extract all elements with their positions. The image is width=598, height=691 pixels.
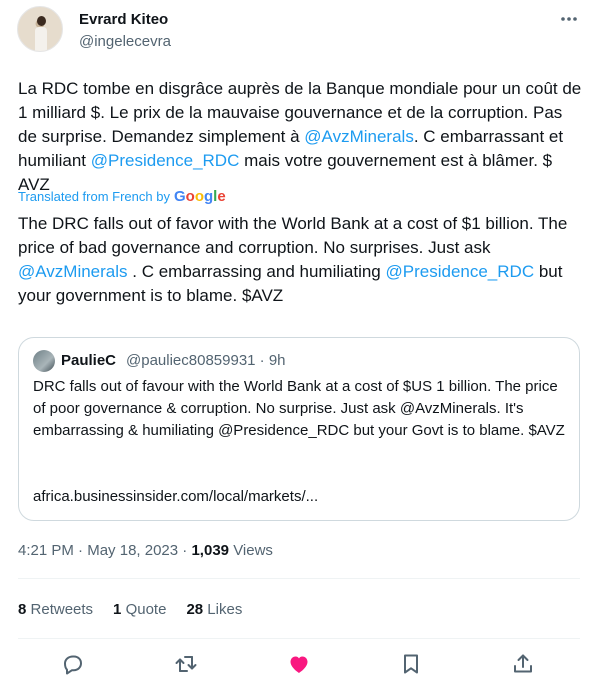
quoted-tweet-link[interactable]: africa.businessinsider.com/local/markets…	[33, 486, 318, 508]
divider	[18, 638, 580, 639]
share-icon[interactable]	[511, 652, 535, 676]
retweets-label: Retweets	[30, 601, 94, 618]
likes-count: 28	[186, 601, 204, 618]
likes-stat[interactable]: 28 Likes	[186, 600, 242, 620]
text-segment: The DRC falls out of favor with the Worl…	[18, 214, 568, 257]
tweet-date[interactable]: May 18, 2023	[87, 542, 178, 559]
retweets-stat[interactable]: 8 Retweets	[18, 600, 93, 620]
tweet-translated-text: The DRC falls out of favor with the Worl…	[18, 212, 584, 308]
retweet-icon[interactable]	[174, 652, 198, 676]
author-name[interactable]: Evrard Kiteo	[79, 10, 168, 30]
quoted-time: 9h	[268, 352, 286, 369]
quoted-author-avatar	[33, 350, 55, 372]
mention-link[interactable]: @Presidence_RDC	[386, 262, 535, 281]
avatar-torso	[35, 27, 47, 51]
translation-attribution[interactable]: Translated from French by Google	[18, 188, 226, 206]
translation-label: Translated from French by	[18, 189, 170, 204]
avatar-head	[37, 16, 46, 26]
views-count: 1,039	[191, 542, 230, 559]
tweet-timestamp: 4:21 PM · May 18, 2023 · 1,039 Views	[18, 541, 273, 561]
meta-separator: ·	[259, 352, 265, 369]
divider	[18, 578, 580, 579]
quotes-count: 1	[113, 601, 122, 618]
mention-link[interactable]: @AvzMinerals	[18, 262, 128, 281]
bookmark-icon[interactable]	[399, 652, 423, 676]
quoted-tweet-text: DRC falls out of favour with the World B…	[33, 378, 565, 439]
mention-link[interactable]: @AvzMinerals	[304, 127, 414, 146]
reply-icon[interactable]	[61, 652, 85, 676]
more-dots	[561, 17, 577, 21]
likes-label: Likes	[207, 601, 243, 618]
tweet-time[interactable]: 4:21 PM	[18, 542, 74, 559]
quoted-tweet-card[interactable]: PaulieC @pauliec80859931 · 9h DRC falls …	[18, 337, 580, 521]
author-handle[interactable]: @ingelecevra	[79, 32, 171, 52]
quoted-author-meta: @pauliec80859931 · 9h	[126, 351, 286, 371]
tweet-original-text: La RDC tombe en disgrâce auprès de la Ba…	[18, 77, 584, 197]
text-segment: . C embarrassing and humiliating	[127, 262, 386, 281]
mention-link[interactable]: @Presidence_RDC	[91, 151, 240, 170]
quotes-label: Quote	[125, 601, 167, 618]
quoted-author-name: PaulieC	[61, 352, 117, 369]
engagement-stats: 8 Retweets 1 Quote 28 Likes	[18, 600, 262, 620]
author-avatar[interactable]	[17, 6, 63, 52]
meta-separator: ·	[78, 542, 84, 559]
google-logo: Google	[173, 188, 226, 205]
quotes-stat[interactable]: 1 Quote	[113, 600, 166, 620]
action-bar	[18, 650, 580, 680]
views-label: Views	[233, 542, 273, 559]
more-options-icon[interactable]	[559, 11, 579, 27]
retweets-count: 8	[18, 601, 27, 618]
meta-separator: ·	[182, 542, 188, 559]
like-icon[interactable]	[287, 652, 311, 676]
quoted-author-handle: @pauliec80859931	[126, 352, 256, 369]
